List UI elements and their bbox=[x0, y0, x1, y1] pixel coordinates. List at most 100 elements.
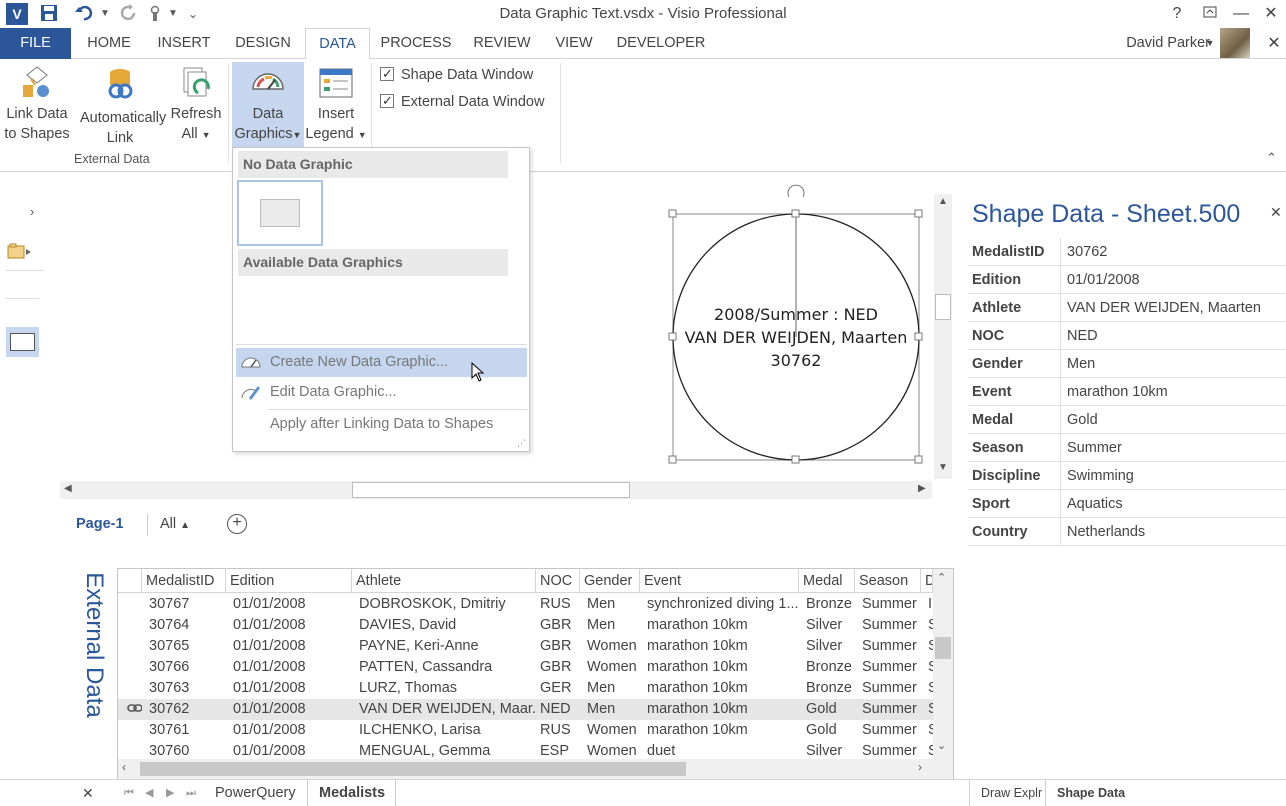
apply-after-linking-item[interactable]: Apply after Linking Data to Shapes bbox=[236, 410, 527, 439]
refresh-all-button[interactable]: Refresh All ▼ bbox=[166, 65, 226, 145]
shape-data-value[interactable]: 01/01/2008 bbox=[1060, 266, 1140, 294]
external-data-grid[interactable]: MedalistID Edition Athlete NOC Gender Event Me… bbox=[117, 568, 954, 780]
table-row[interactable]: 30764 01/01/2008 DAVIES, David GBR Men marath… bbox=[118, 615, 933, 636]
shape-data-value[interactable]: Netherlands bbox=[1060, 518, 1145, 546]
tab-page-1[interactable]: Page-1 bbox=[76, 516, 124, 532]
shape-data-row[interactable]: NOC NED bbox=[968, 322, 1286, 350]
shape-data-value[interactable]: NED bbox=[1060, 322, 1098, 350]
automatically-link-button[interactable] bbox=[100, 65, 140, 104]
grid-corner-cell[interactable] bbox=[118, 569, 142, 593]
panel-tab-draw-explr[interactable]: Draw Explr bbox=[981, 780, 1042, 806]
rectangle-shape-icon[interactable] bbox=[6, 327, 39, 357]
grid-horizontal-scrollbar[interactable]: ‹ › bbox=[118, 759, 953, 779]
grid-column-header[interactable]: Season bbox=[855, 569, 921, 593]
link-data-to-shapes-button[interactable]: Link Data to Shapes bbox=[2, 65, 72, 144]
horizontal-scroll-thumb[interactable] bbox=[352, 482, 630, 498]
table-row[interactable]: 30766 01/01/2008 PATTEN, Cassandra GBR Women… bbox=[118, 657, 933, 678]
table-row[interactable]: 30767 01/01/2008 DOBROSKOK, Dmitriy RUS Men s… bbox=[118, 594, 933, 615]
tab-file[interactable]: FILE bbox=[0, 28, 71, 59]
tab-review[interactable]: REVIEW bbox=[467, 28, 537, 59]
shape-data-value[interactable]: marathon 10km bbox=[1060, 378, 1168, 406]
grid-column-header[interactable]: MedalistID bbox=[142, 569, 226, 593]
shape-data-value[interactable]: Summer bbox=[1060, 434, 1122, 462]
tab-data[interactable]: DATA bbox=[305, 28, 370, 60]
vertical-scroll-thumb[interactable] bbox=[935, 294, 951, 320]
shape-data-value[interactable]: Gold bbox=[1060, 406, 1098, 434]
table-row[interactable]: 30763 01/01/2008 LURZ, Thomas GER Men maratho… bbox=[118, 678, 933, 699]
tab-view[interactable]: VIEW bbox=[550, 28, 598, 59]
tab-insert[interactable]: INSERT bbox=[152, 28, 216, 59]
grid-horizontal-thumb[interactable] bbox=[140, 762, 686, 776]
shape-data-value[interactable]: Aquatics bbox=[1060, 490, 1123, 518]
minimize-button[interactable]: — bbox=[1226, 2, 1256, 26]
scroll-right-icon[interactable]: ▶ bbox=[918, 483, 926, 494]
shape-data-row[interactable]: Edition 01/01/2008 bbox=[968, 266, 1286, 294]
shape-data-row[interactable]: Country Netherlands bbox=[968, 518, 1286, 546]
grid-scroll-down-icon[interactable]: ⌄ bbox=[937, 739, 946, 752]
grid-scroll-right-icon[interactable]: › bbox=[918, 760, 922, 774]
grid-column-header[interactable]: D bbox=[921, 569, 933, 593]
no-data-graphic-option[interactable] bbox=[237, 180, 323, 246]
close-panel-icon[interactable]: ✕ bbox=[1270, 204, 1282, 221]
shape-data-row[interactable]: Sport Aquatics bbox=[968, 490, 1286, 518]
table-row[interactable]: 30761 01/01/2008 ILCHENKO, Larisa RUS Women m… bbox=[118, 720, 933, 741]
shape-data-value[interactable]: Swimming bbox=[1060, 462, 1134, 490]
shape-data-row[interactable]: Athlete VAN DER WEIJDEN, Maarten bbox=[968, 294, 1286, 322]
shape-data-row[interactable]: MedalistID 30762 bbox=[968, 238, 1286, 266]
close-document-icon[interactable]: ✕ bbox=[1262, 28, 1286, 59]
tab-home[interactable]: HOME bbox=[80, 28, 138, 59]
tab-developer[interactable]: DEVELOPER bbox=[612, 28, 710, 59]
insert-legend-button[interactable]: Insert Legend ▼ bbox=[305, 65, 367, 145]
scroll-left-icon[interactable]: ◀ bbox=[64, 483, 72, 494]
shapes-folder-icon[interactable] bbox=[7, 242, 33, 265]
shape-data-row[interactable]: Gender Men bbox=[968, 350, 1286, 378]
panel-tab-shape-data[interactable]: Shape Data bbox=[1057, 780, 1125, 806]
sheet-tab-medalists[interactable]: Medalists bbox=[319, 780, 385, 806]
table-row[interactable]: 30762 01/01/2008 VAN DER WEIJDEN, Maar... N… bbox=[118, 699, 933, 720]
shape-data-row[interactable]: Discipline Swimming bbox=[968, 462, 1286, 490]
scroll-up-icon[interactable]: ▲ bbox=[938, 196, 948, 207]
help-button[interactable]: ? bbox=[1162, 2, 1192, 26]
external-data-window-checkbox[interactable]: External Data Window bbox=[380, 91, 544, 112]
shape-data-value[interactable]: 30762 bbox=[1060, 238, 1107, 266]
close-button[interactable]: ✕ bbox=[1256, 2, 1286, 26]
scroll-down-icon[interactable]: ▼ bbox=[938, 462, 948, 473]
grid-column-header[interactable]: Edition bbox=[226, 569, 352, 593]
add-page-button[interactable]: + bbox=[227, 514, 247, 534]
table-row[interactable]: 30765 01/01/2008 PAYNE, Keri-Anne GBR Women m… bbox=[118, 636, 933, 657]
grid-column-header[interactable]: Athlete bbox=[352, 569, 536, 593]
last-sheet-icon[interactable]: ⏭ bbox=[186, 780, 196, 806]
expand-shapes-icon[interactable]: › bbox=[30, 204, 34, 219]
user-dropdown-icon[interactable]: ▼ bbox=[1204, 28, 1216, 59]
all-pages-button[interactable]: All ▲ bbox=[160, 516, 190, 532]
next-sheet-icon[interactable]: ▶ bbox=[166, 780, 174, 806]
grid-column-header[interactable]: NOC bbox=[536, 569, 580, 593]
vertical-scrollbar[interactable]: ▲ ▼ bbox=[934, 194, 952, 479]
grid-scroll-up-icon[interactable]: ⌃ bbox=[937, 571, 946, 584]
shape-data-row[interactable]: Season Summer bbox=[968, 434, 1286, 462]
shape-data-row[interactable]: Medal Gold bbox=[968, 406, 1286, 434]
grid-column-header[interactable]: Event bbox=[640, 569, 799, 593]
user-name[interactable]: David Parker bbox=[1108, 28, 1210, 59]
close-external-data-icon[interactable]: ✕ bbox=[82, 780, 94, 806]
grid-vertical-scrollbar[interactable]: ⌃ ⌄ bbox=[933, 569, 953, 759]
data-graphics-button[interactable]: Data Graphics▼ bbox=[232, 62, 304, 150]
first-sheet-icon[interactable]: ⏮ bbox=[124, 780, 134, 806]
horizontal-scrollbar[interactable]: ◀ ▶ bbox=[60, 481, 932, 499]
avatar[interactable] bbox=[1220, 28, 1250, 58]
tab-process[interactable]: PROCESS bbox=[378, 28, 454, 59]
edit-data-graphic-item[interactable]: Edit Data Graphic... bbox=[236, 378, 527, 407]
grid-vertical-thumb[interactable] bbox=[935, 637, 951, 659]
shape-data-value[interactable]: VAN DER WEIJDEN, Maarten bbox=[1060, 294, 1261, 322]
tab-design[interactable]: DESIGN bbox=[229, 28, 297, 59]
shape-data-window-checkbox[interactable]: Shape Data Window bbox=[380, 64, 533, 85]
ribbon-display-options-icon[interactable] bbox=[1195, 2, 1225, 26]
grid-scroll-left-icon[interactable]: ‹ bbox=[122, 760, 126, 774]
grid-column-header[interactable]: Medal bbox=[799, 569, 855, 593]
resize-grip-icon[interactable]: ⋰ bbox=[517, 438, 526, 449]
grid-column-header[interactable]: Gender bbox=[580, 569, 640, 593]
collapse-ribbon-icon[interactable]: ⌃ bbox=[1266, 150, 1277, 166]
shape-data-value[interactable]: Men bbox=[1060, 350, 1095, 378]
prev-sheet-icon[interactable]: ◀ bbox=[145, 780, 153, 806]
sheet-tab-powerquery[interactable]: PowerQuery bbox=[215, 780, 296, 806]
